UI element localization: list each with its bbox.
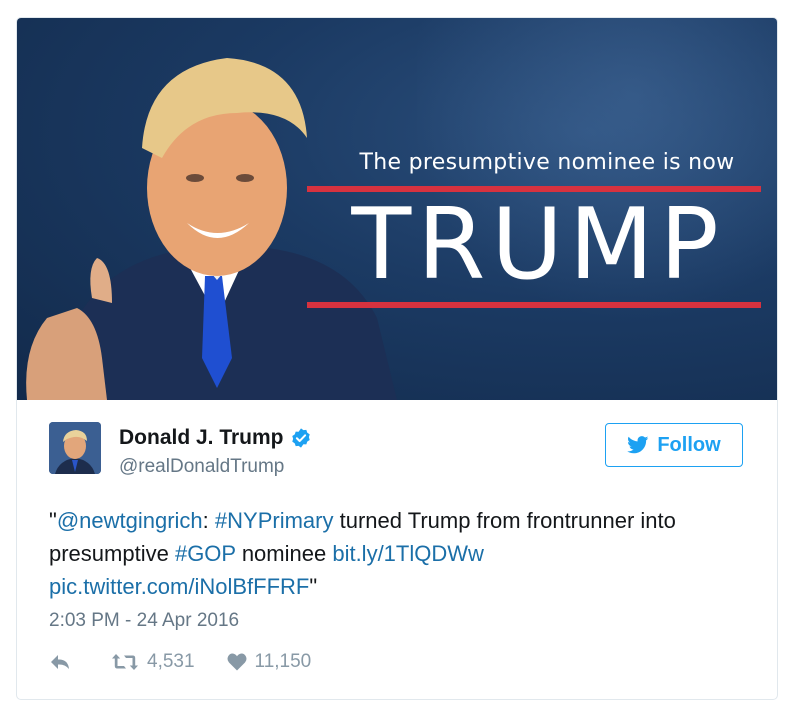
hashtag-link[interactable]: #NYPrimary [215, 508, 334, 533]
verified-badge-icon [291, 428, 310, 448]
author-name[interactable]: Donald J. Trump [119, 426, 284, 450]
reply-button[interactable] [49, 653, 79, 671]
author-handle[interactable]: @realDonaldTrump [119, 456, 284, 478]
retweet-count: 4,531 [147, 651, 195, 672]
tweet-timestamp[interactable]: 2:03 PM - 24 Apr 2016 [49, 610, 239, 632]
tweet-text: "@newtgingrich: #NYPrimary turned Trump … [49, 508, 676, 599]
heart-icon [227, 653, 247, 671]
like-button[interactable]: 11,150 [227, 651, 312, 673]
headline-rule-bottom [307, 302, 761, 308]
embedded-tweet-card: The presumptive nominee is now TRUMP Don… [16, 17, 778, 700]
twitter-bird-icon [627, 436, 649, 454]
retweet-button[interactable]: 4,531 [111, 651, 195, 673]
pic-link[interactable]: pic.twitter.com/iNolBfFFRF [49, 574, 309, 599]
tweet-actions: 4,531 11,150 [49, 651, 343, 673]
retweet-icon [112, 654, 138, 670]
reply-icon [51, 655, 69, 669]
like-count: 11,150 [254, 651, 312, 672]
avatar[interactable] [49, 422, 101, 474]
headline-big: TRUMP [351, 188, 725, 302]
headline-small: The presumptive nominee is now [359, 150, 735, 175]
hashtag-link[interactable]: #GOP [175, 541, 236, 566]
follow-label: Follow [657, 433, 721, 456]
follow-button[interactable]: Follow [605, 423, 743, 467]
url-link[interactable]: bit.ly/1TlQDWw [332, 541, 484, 566]
mention-link[interactable]: @newtgingrich [57, 508, 203, 533]
tweet-media-image[interactable]: The presumptive nominee is now TRUMP [17, 18, 777, 400]
